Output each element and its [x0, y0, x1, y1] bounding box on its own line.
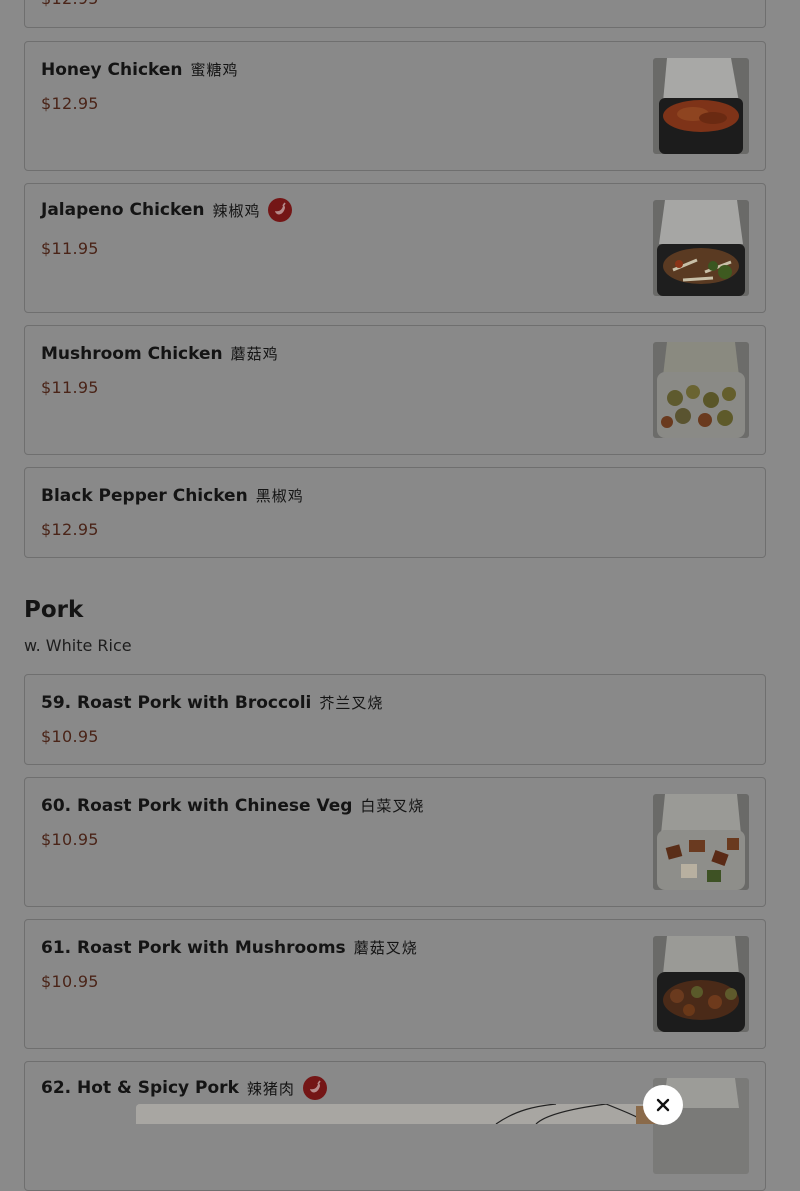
dish-photo: [653, 936, 749, 1032]
item-price: $11.95: [41, 378, 99, 397]
item-name: Black Pepper Chicken: [41, 485, 248, 506]
item-price: $10.95: [41, 972, 99, 991]
section-subtitle: w. White Rice: [24, 636, 132, 655]
item-price: $10.95: [41, 727, 99, 746]
item-chinese-name: 芥兰叉烧: [319, 694, 384, 712]
chili-pepper-icon: [268, 198, 293, 222]
menu-item-card[interactable]: $12.95: [24, 0, 766, 28]
item-chinese-name: 辣椒鸡: [212, 201, 261, 220]
menu-item-card[interactable]: Mushroom Chicken 蘑菇鸡 $11.95: [24, 325, 766, 455]
menu-item-card[interactable]: Jalapeno Chicken 辣椒鸡 $11.95: [24, 183, 766, 313]
menu-item-card[interactable]: Black Pepper Chicken 黑椒鸡 $12.95: [24, 467, 766, 558]
item-price: $12.95: [41, 520, 99, 539]
menu-item-card[interactable]: 60. Roast Pork with Chinese Veg 白菜叉烧 $10…: [24, 777, 766, 907]
item-name: Jalapeno Chicken: [41, 200, 205, 220]
item-price: $11.95: [41, 239, 99, 258]
item-name: 59. Roast Pork with Broccoli: [41, 692, 312, 713]
item-chinese-name: 辣猪肉: [246, 1079, 295, 1098]
dish-photo: [653, 794, 749, 890]
item-name: Honey Chicken: [41, 59, 183, 80]
item-detail-sheet: [136, 1104, 666, 1124]
item-name: 61. Roast Pork with Mushrooms: [41, 937, 346, 958]
close-icon: [656, 1098, 670, 1112]
item-chinese-name: 蜜糖鸡: [190, 61, 239, 79]
item-price: $12.95: [41, 94, 99, 113]
dish-photo: [653, 58, 749, 154]
section-title: Pork: [24, 597, 84, 623]
item-name: 62. Hot & Spicy Pork: [41, 1078, 239, 1098]
item-name: Mushroom Chicken: [41, 343, 223, 364]
close-button[interactable]: [643, 1085, 683, 1125]
menu-item-card[interactable]: 59. Roast Pork with Broccoli 芥兰叉烧 $10.95: [24, 674, 766, 765]
item-chinese-name: 蘑菇鸡: [230, 345, 279, 363]
menu-item-card[interactable]: 62. Hot & Spicy Pork 辣猪肉: [24, 1061, 766, 1191]
item-name: 60. Roast Pork with Chinese Veg: [41, 795, 353, 816]
item-price: $12.95: [41, 0, 99, 8]
dish-photo: [653, 342, 749, 438]
chili-pepper-icon: [302, 1076, 327, 1100]
dish-photo: [653, 200, 749, 296]
item-chinese-name: 黑椒鸡: [255, 487, 304, 505]
menu-item-card[interactable]: Honey Chicken 蜜糖鸡 $12.95: [24, 41, 766, 171]
menu-item-card[interactable]: 61. Roast Pork with Mushrooms 蘑菇叉烧 $10.9…: [24, 919, 766, 1049]
item-price: $10.95: [41, 830, 99, 849]
item-chinese-name: 白菜叉烧: [360, 797, 425, 815]
item-chinese-name: 蘑菇叉烧: [353, 939, 418, 957]
